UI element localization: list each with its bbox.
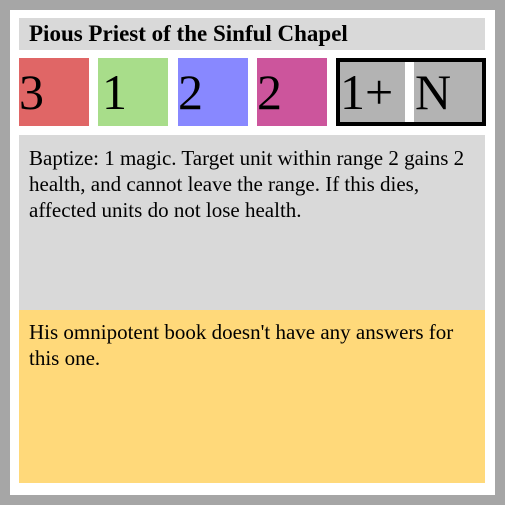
stat-blue: 2 bbox=[178, 58, 248, 126]
flavor-text: His omnipotent book doesn't have any ans… bbox=[19, 310, 485, 483]
stat-red: 3 bbox=[19, 58, 89, 126]
cost-left: 1+ bbox=[340, 64, 394, 120]
card-title: Pious Priest of the Sinful Chapel bbox=[19, 18, 485, 50]
stat-pink: 2 bbox=[257, 58, 327, 126]
cost-divider bbox=[405, 62, 414, 122]
cost-box: 1+ N bbox=[336, 58, 486, 126]
ability-text: Baptize: 1 magic. Target unit within ran… bbox=[19, 135, 485, 310]
cost-right: N bbox=[415, 64, 452, 120]
card-frame: Pious Priest of the Sinful Chapel 3 1 2 … bbox=[0, 0, 505, 505]
stat-green: 1 bbox=[98, 58, 168, 126]
card-body: Pious Priest of the Sinful Chapel 3 1 2 … bbox=[10, 10, 495, 495]
